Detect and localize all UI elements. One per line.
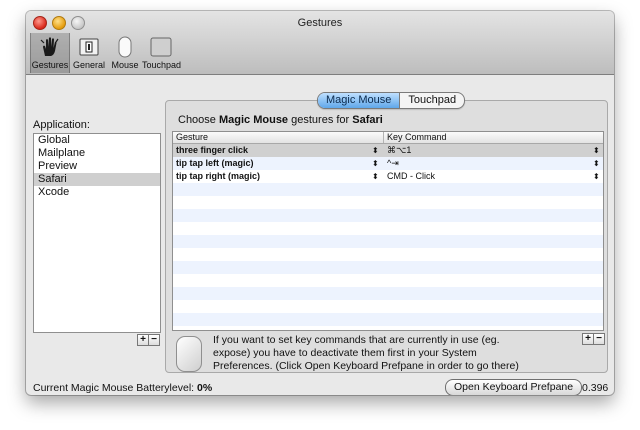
touchpad-icon: [150, 37, 172, 57]
gestures-window: Gestures Gestures General Mouse Touchpad…: [26, 11, 614, 395]
switch-icon: [79, 38, 99, 56]
toolbar-general[interactable]: General: [70, 33, 108, 73]
choose-app: Safari: [352, 114, 383, 126]
toolbar-label: Touchpad: [142, 60, 182, 70]
key-command-popup-arrows-icon[interactable]: ⬍: [593, 170, 600, 183]
empty-table-row[interactable]: [173, 235, 603, 248]
empty-table-row[interactable]: [173, 222, 603, 235]
remove-application-button[interactable]: −: [148, 334, 160, 346]
application-item-mailplane[interactable]: Mailplane: [34, 147, 160, 160]
empty-table-row[interactable]: [173, 196, 603, 209]
toolbar-label: Mouse: [111, 60, 139, 70]
battery-status: Current Magic Mouse Batterylevel: 0%: [33, 382, 212, 394]
gesture-table: Gesture Key Command three finger click ⬍ ⌘…: [172, 131, 604, 331]
key-command-cell[interactable]: ⌘⌥1: [387, 144, 411, 157]
toolbar-label: Gestures: [31, 60, 69, 70]
toolbar-mouse[interactable]: Mouse: [110, 33, 140, 73]
magic-mouse-icon: [176, 336, 202, 372]
gesture-popup-arrows-icon[interactable]: ⬍: [372, 144, 379, 157]
content-area: Application: Global Mailplane Preview Sa…: [26, 75, 614, 395]
application-item-preview[interactable]: Preview: [34, 160, 160, 173]
battery-label: Current Magic Mouse Batterylevel:: [33, 382, 195, 394]
empty-table-row[interactable]: [173, 287, 603, 300]
application-item-xcode[interactable]: Xcode: [34, 186, 160, 199]
table-row[interactable]: tip tap left (magic) ⬍ ^⇥ ⬍: [173, 157, 603, 170]
empty-table-row[interactable]: [173, 248, 603, 261]
mouse-icon: [118, 36, 132, 58]
application-item-global[interactable]: Global: [34, 134, 160, 147]
gesture-popup-arrows-icon[interactable]: ⬍: [372, 157, 379, 170]
application-label: Application:: [33, 119, 90, 131]
table-row[interactable]: tip tap right (magic) ⬍ CMD - Click ⬍: [173, 170, 603, 183]
column-divider: [383, 132, 384, 143]
gesture-cell[interactable]: tip tap right (magic): [176, 170, 260, 183]
hand-icon: [40, 37, 59, 56]
key-command-cell[interactable]: CMD - Click: [387, 170, 435, 183]
device-tabs: Magic Mouse Touchpad: [317, 92, 466, 109]
key-command-popup-arrows-icon[interactable]: ⬍: [593, 157, 600, 170]
toolbar-label: General: [72, 60, 106, 70]
empty-table-row[interactable]: [173, 313, 603, 326]
title-bar: Gestures Gestures General Mouse Touchpad: [26, 11, 614, 75]
remove-gesture-button[interactable]: −: [593, 333, 605, 345]
gestures-panel: Choose Magic Mouse gestures for Safari G…: [165, 100, 608, 373]
version-label: 0.396: [582, 382, 609, 394]
table-row[interactable]: three finger click ⬍ ⌘⌥1 ⬍: [173, 144, 603, 157]
empty-table-row[interactable]: [173, 274, 603, 287]
toolbar-gestures[interactable]: Gestures: [30, 33, 70, 73]
open-keyboard-prefpane-button[interactable]: Open Keyboard Prefpane: [445, 379, 583, 395]
empty-table-row[interactable]: [173, 261, 603, 274]
key-command-cell[interactable]: ^⇥: [387, 157, 399, 170]
window-title: Gestures: [297, 17, 343, 29]
battery-value: 0%: [197, 382, 213, 394]
column-header-key-command[interactable]: Key Command: [387, 132, 447, 143]
gesture-cell[interactable]: three finger click: [176, 144, 248, 157]
gesture-popup-arrows-icon[interactable]: ⬍: [372, 170, 379, 183]
application-item-safari[interactable]: Safari: [34, 173, 160, 186]
table-header: Gesture Key Command: [173, 132, 603, 144]
tab-magic-mouse[interactable]: Magic Mouse: [318, 93, 401, 108]
column-header-gesture[interactable]: Gesture: [176, 132, 208, 143]
toolbar-touchpad[interactable]: Touchpad: [142, 33, 182, 73]
choose-heading: Choose Magic Mouse gestures for Safari: [178, 114, 383, 126]
key-command-popup-arrows-icon[interactable]: ⬍: [593, 144, 600, 157]
gesture-cell[interactable]: tip tap left (magic): [176, 157, 254, 170]
empty-table-row[interactable]: [173, 209, 603, 222]
tab-touchpad[interactable]: Touchpad: [400, 93, 464, 108]
choose-prefix: Choose: [178, 114, 216, 126]
empty-table-row[interactable]: [173, 300, 603, 313]
info-text: If you want to set key commands that are…: [213, 334, 519, 372]
empty-table-row[interactable]: [173, 183, 603, 196]
choose-device: Magic Mouse: [218, 114, 289, 126]
application-list[interactable]: Global Mailplane Preview Safari Xcode: [33, 133, 161, 333]
choose-middle: gestures for: [291, 114, 350, 126]
